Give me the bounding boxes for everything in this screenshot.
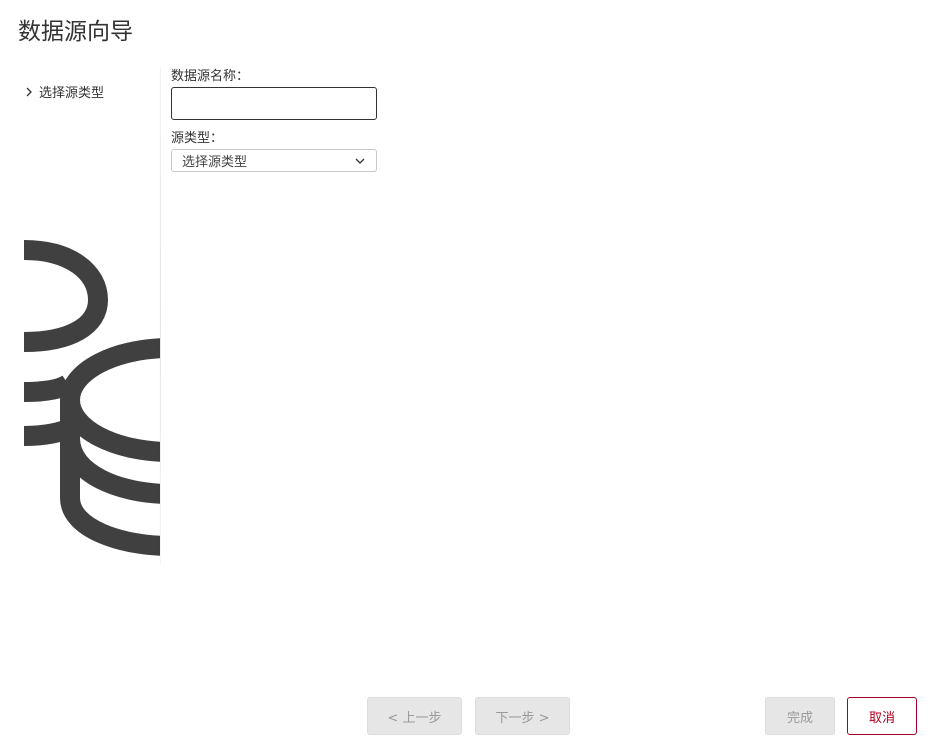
- chevron-right-icon: [26, 87, 32, 96]
- dialog-title: 数据源向导: [18, 19, 133, 45]
- previous-button[interactable]: < 上一步: [367, 697, 462, 735]
- datasource-name-label: 数据源名称：: [171, 69, 250, 84]
- database-icon: [23, 240, 160, 556]
- pane-divider: [160, 68, 161, 564]
- next-button[interactable]: 下一步 >: [475, 697, 570, 735]
- finish-button[interactable]: 完成: [765, 697, 835, 735]
- step-item-label: 选择源类型: [39, 86, 105, 101]
- source-type-selected-value: 选择源类型: [182, 155, 248, 170]
- step-item-select-source-type[interactable]: 选择源类型: [24, 82, 104, 101]
- chevron-down-icon: [355, 158, 365, 164]
- datasource-name-input[interactable]: [171, 87, 377, 120]
- source-form: 数据源名称： 源类型： 选择源类型: [171, 68, 381, 172]
- source-type-select[interactable]: 选择源类型: [171, 149, 377, 172]
- wizard-steps-pane: 选择源类型: [0, 66, 160, 566]
- source-type-label: 源类型：: [171, 131, 224, 146]
- cancel-button[interactable]: 取消: [847, 697, 917, 735]
